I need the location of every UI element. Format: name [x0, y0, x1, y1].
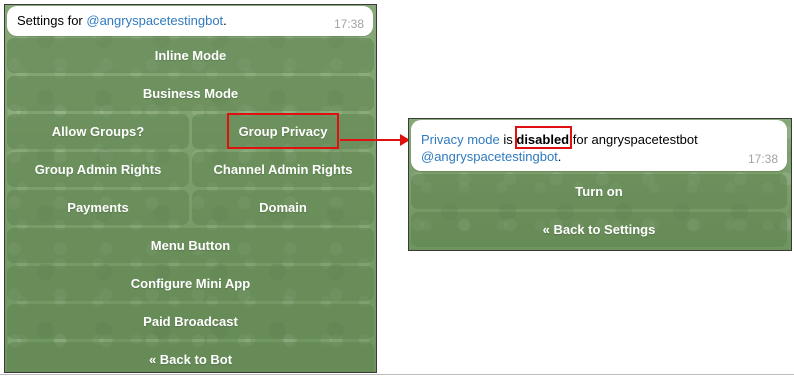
- paid-broadcast-button[interactable]: Paid Broadcast: [7, 304, 374, 339]
- menu-button-button[interactable]: Menu Button: [7, 228, 374, 263]
- privacy-message-suffix: .: [557, 149, 562, 164]
- settings-message-suffix: .: [223, 13, 227, 28]
- allow-groups-button[interactable]: Allow Groups?: [7, 114, 189, 149]
- privacy-chat-panel: Privacy mode is disabled for angryspacet…: [408, 118, 792, 251]
- message-time: 17:38: [333, 17, 364, 31]
- channel-admin-rights-button[interactable]: Channel Admin Rights: [192, 152, 374, 187]
- settings-message-text: Settings for @angryspacetestingbot.: [17, 13, 227, 28]
- message-time: 17:38: [747, 152, 778, 166]
- privacy-is-text: is: [499, 132, 517, 147]
- settings-message-prefix: Settings for: [17, 13, 87, 28]
- privacy-message-bubble: Privacy mode is disabled for angryspacet…: [411, 120, 787, 171]
- bottom-divider: [0, 374, 794, 375]
- arrow-connector-icon: [340, 134, 410, 146]
- privacy-mode-link[interactable]: Privacy mode: [421, 132, 500, 147]
- bot-mention-link[interactable]: @angryspacetestingbot: [86, 13, 223, 28]
- privacy-message-text: Privacy mode is disabled for angryspacet…: [421, 131, 698, 165]
- inline-mode-button[interactable]: Inline Mode: [7, 38, 374, 73]
- back-to-settings-button[interactable]: « Back to Settings: [411, 212, 787, 247]
- settings-chat-panel: Settings for @angryspacetestingbot. 17:3…: [4, 4, 377, 373]
- back-to-bot-button[interactable]: « Back to Bot: [7, 342, 374, 372]
- bot-mention-link[interactable]: @angryspacetestingbot: [421, 149, 558, 164]
- settings-message-bubble: Settings for @angryspacetestingbot. 17:3…: [7, 6, 373, 36]
- group-admin-rights-button[interactable]: Group Admin Rights: [7, 152, 189, 187]
- privacy-status-text: disabled: [516, 132, 570, 147]
- configure-mini-app-button[interactable]: Configure Mini App: [7, 266, 374, 301]
- turn-on-button[interactable]: Turn on: [411, 174, 787, 209]
- domain-button[interactable]: Domain: [192, 190, 374, 225]
- privacy-for-text: for angryspacetestbot: [569, 132, 698, 147]
- business-mode-button[interactable]: Business Mode: [7, 76, 374, 111]
- payments-button[interactable]: Payments: [7, 190, 189, 225]
